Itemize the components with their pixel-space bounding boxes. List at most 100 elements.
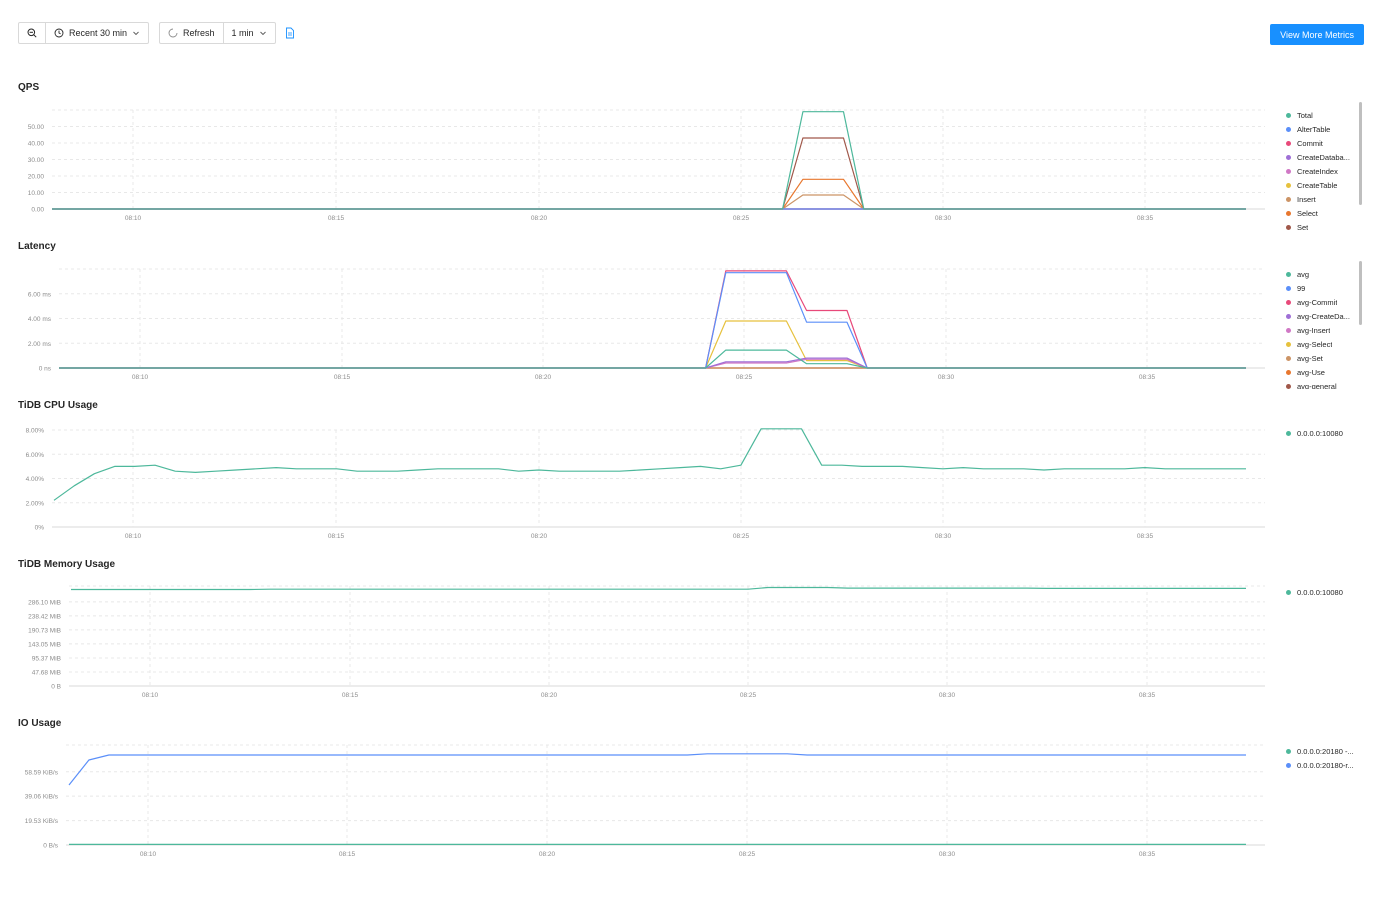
chart-panel: IO Usage 0 B/s 19.53 KiB/s 39.06 KiB/s 58.59… (0, 718, 1400, 868)
chart-canvas[interactable]: 0 B/s 19.53 KiB/s 39.06 KiB/s 58.59 KiB/s 08… (0, 718, 1400, 868)
y-tick-label: 58.59 KiB/s (25, 769, 59, 776)
legend-item[interactable]: avg-Use (1286, 366, 1356, 380)
refresh-interval-select[interactable]: 1 min (222, 23, 275, 43)
legend-item[interactable]: CreateIndex (1286, 164, 1356, 178)
x-tick-label: 08:20 (539, 851, 556, 858)
x-tick-label: 08:20 (531, 533, 548, 540)
legend-item[interactable]: avg (1286, 267, 1356, 281)
legend-label: Select (1297, 209, 1318, 219)
chart-panel: Latency 0 ns 2.00 ms 4.00 ms 6.00 ms 08:10 08:… (0, 241, 1400, 391)
x-tick-label: 08:30 (938, 374, 955, 381)
series-line (68, 753, 1246, 786)
legend-label: avg-CreateDa... (1297, 311, 1350, 321)
time-range-select[interactable]: Recent 30 min (45, 23, 148, 43)
legend-dot-icon (1286, 140, 1291, 146)
legend-item[interactable]: 0.0.0.0:10080 (1286, 585, 1356, 599)
legend-item[interactable]: CreateTable (1286, 178, 1356, 192)
x-tick-label: 08:30 (939, 692, 956, 699)
legend-item[interactable]: avg-Set (1286, 352, 1356, 366)
legend-label: 99 (1297, 283, 1306, 293)
legend-item[interactable]: avg-Commit (1286, 295, 1356, 309)
legend-item[interactable]: 0.0.0.0:20180-r... (1286, 758, 1356, 772)
legend-item[interactable]: AlterTable (1286, 122, 1356, 136)
y-tick-label: 50.00 (28, 124, 45, 131)
toolbar: Recent 30 min Refresh 1 min (18, 22, 301, 44)
view-more-metrics-button[interactable]: View More Metrics (1270, 24, 1364, 45)
x-tick-label: 08:35 (1137, 215, 1154, 222)
chart-canvas[interactable]: 0 ns 2.00 ms 4.00 ms 6.00 ms 08:10 08:15 08:20… (0, 241, 1400, 391)
legend-label: CreateDataba... (1297, 152, 1350, 162)
legend-dot-icon (1286, 430, 1291, 436)
series-line (59, 349, 1246, 369)
legend-item[interactable]: avg-general (1286, 380, 1356, 389)
y-tick-label: 0 ns (39, 366, 52, 373)
legend-item[interactable]: Select (1286, 207, 1356, 221)
chart-canvas[interactable]: 0 B 47.68 MiB 95.37 MiB 143.05 MiB 190.73 Mi… (0, 559, 1400, 709)
legend-item[interactable]: 0.0.0.0:20180 -... (1286, 744, 1356, 758)
y-tick-label: 143.05 MiB (28, 641, 61, 648)
zoom-out-button[interactable] (19, 23, 45, 43)
series-line (52, 137, 1246, 210)
x-tick-label: 08:15 (339, 851, 356, 858)
legend-item[interactable]: avg-CreateDa... (1286, 309, 1356, 323)
legend-item[interactable]: Total (1286, 108, 1356, 122)
legend-dot-icon (1286, 762, 1291, 768)
legend-label: CreateIndex (1297, 166, 1338, 176)
x-tick-label: 08:15 (334, 374, 351, 381)
y-tick-label: 40.00 (28, 141, 45, 148)
x-tick-label: 08:25 (733, 215, 750, 222)
y-tick-label: 2.00 ms (28, 341, 52, 348)
legend-label: 0.0.0.0:10080 (1297, 587, 1343, 597)
legend-dot-icon (1286, 299, 1291, 305)
legend-dot-icon (1286, 211, 1291, 217)
legend-scrollbar[interactable] (1359, 102, 1362, 205)
legend-dot-icon (1286, 285, 1291, 291)
refresh-button[interactable]: Refresh (160, 23, 223, 43)
legend-dot-icon (1286, 370, 1291, 376)
legend-dot-icon (1286, 271, 1291, 277)
legend-item[interactable]: avg-Select (1286, 337, 1356, 351)
legend-dot-icon (1286, 384, 1291, 389)
x-tick-label: 08:20 (535, 374, 552, 381)
chart-legend: Total AlterTable Commit CreateDataba... Crea… (1286, 108, 1356, 230)
legend-item[interactable]: Commit (1286, 136, 1356, 150)
legend-dot-icon (1286, 126, 1291, 132)
chart-canvas[interactable]: 0.00 10.00 20.00 30.00 40.00 50.00 08:10 08:15 0… (0, 82, 1400, 232)
legend-label: 0.0.0.0:10080 (1297, 428, 1343, 438)
legend-item[interactable]: Set (1286, 221, 1356, 230)
legend-label: Set (1297, 223, 1309, 230)
y-tick-label: 6.00 ms (28, 291, 52, 298)
x-tick-label: 08:15 (328, 215, 345, 222)
x-tick-label: 08:20 (541, 692, 558, 699)
file-icon[interactable] (284, 27, 296, 39)
y-tick-label: 0 B (51, 684, 61, 691)
y-tick-label: 2.00% (26, 500, 45, 507)
y-tick-label: 4.00 ms (28, 316, 52, 323)
legend-label: avg-general (1297, 382, 1337, 389)
legend-label: 0.0.0.0:20180-r... (1297, 760, 1354, 770)
y-tick-label: 0.00 (31, 207, 44, 214)
legend-item[interactable]: avg-Insert (1286, 323, 1356, 337)
legend-label: Insert (1297, 195, 1316, 205)
legend-scrollbar[interactable] (1359, 261, 1362, 325)
x-tick-label: 08:20 (531, 215, 548, 222)
legend-dot-icon (1286, 327, 1291, 333)
chevron-down-icon (259, 28, 267, 38)
y-tick-label: 0 B/s (43, 843, 59, 850)
legend-item[interactable]: Insert (1286, 193, 1356, 207)
x-tick-label: 08:30 (935, 215, 952, 222)
series-line (52, 178, 1246, 210)
x-tick-label: 08:25 (733, 533, 750, 540)
x-tick-label: 08:15 (342, 692, 359, 699)
chart-canvas[interactable]: 0% 2.00% 4.00% 6.00% 8.00% 08:10 08:15 08:20 08:… (0, 400, 1400, 550)
x-tick-label: 08:25 (740, 692, 757, 699)
legend-item[interactable]: 0.0.0.0:10080 (1286, 426, 1356, 440)
chart-panel: TiDB Memory Usage 0 B 47.68 MiB 95.37 MiB 14… (0, 559, 1400, 709)
legend-dot-icon (1286, 356, 1291, 362)
legend-label: avg-Commit (1297, 297, 1338, 307)
y-tick-label: 0% (35, 525, 45, 532)
legend-item[interactable]: CreateDataba... (1286, 150, 1356, 164)
legend-item[interactable]: 99 (1286, 281, 1356, 295)
chart-legend: avg 99 avg-Commit avg-CreateDa... avg-Insert… (1286, 267, 1356, 389)
chart-legend: 0.0.0.0:10080 (1286, 585, 1356, 601)
